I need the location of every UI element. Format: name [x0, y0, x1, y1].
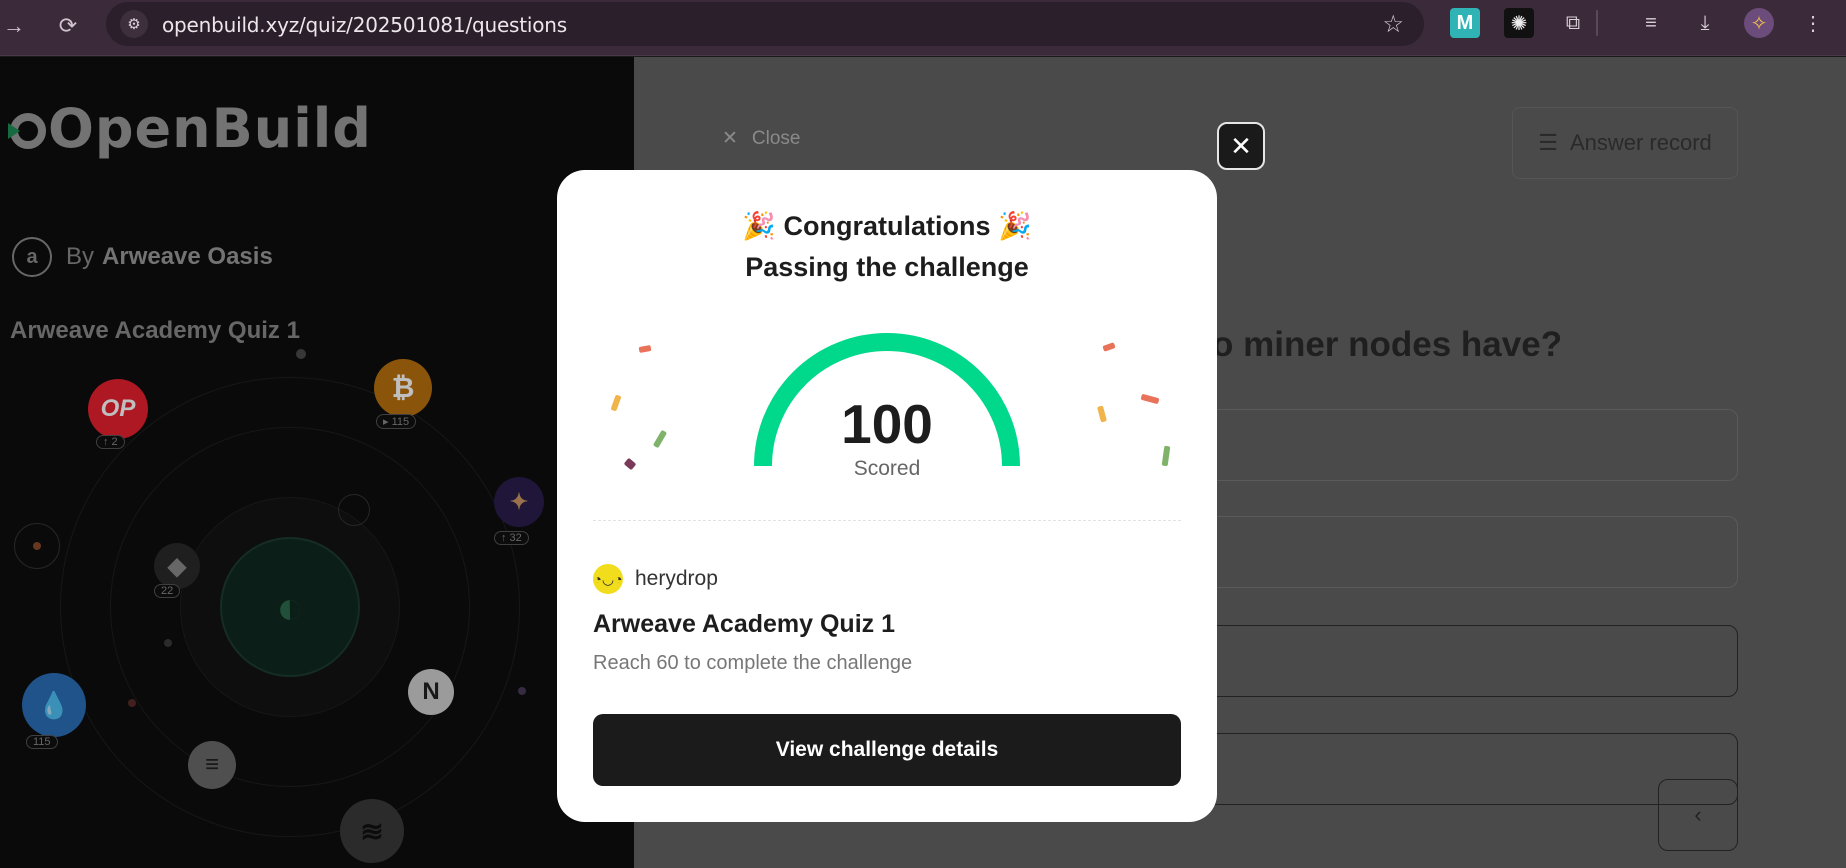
- close-icon: ✕: [722, 128, 738, 149]
- answer-option[interactable]: [1194, 516, 1738, 588]
- reload-icon[interactable]: ⟳: [50, 8, 86, 44]
- toolbar-divider: [1596, 10, 1598, 36]
- challenge-requirement: Reach 60 to complete the challenge: [593, 652, 913, 674]
- user-avatar: ◔◡◔: [593, 564, 623, 594]
- bookmark-star-icon[interactable]: ☆: [1382, 10, 1404, 39]
- party-popper-icon: 🎉: [742, 211, 776, 241]
- close-quiz-link[interactable]: ✕ Close: [722, 127, 801, 150]
- answer-option[interactable]: [1194, 733, 1738, 805]
- question-text: o miner nodes have?: [1212, 325, 1563, 364]
- modal-close-button[interactable]: ✕: [1217, 122, 1265, 170]
- username: herydrop: [635, 567, 718, 590]
- address-bar[interactable]: ⚙ openbuild.xyz/quiz/202501081/questions…: [106, 2, 1424, 46]
- view-challenge-details-button[interactable]: View challenge details: [593, 714, 1181, 786]
- modal-title: 🎉 Congratulations 🎉: [557, 210, 1217, 242]
- modal-subtitle: Passing the challenge: [745, 252, 1029, 282]
- answer-option[interactable]: [1194, 625, 1738, 697]
- list-check-icon: ☰: [1538, 130, 1558, 155]
- score-label: Scored: [853, 457, 921, 480]
- close-label: Close: [751, 127, 801, 149]
- modal-divider: [593, 520, 1181, 521]
- modal-backdrop-left[interactable]: [0, 57, 634, 868]
- answer-record-label: Answer record: [1569, 130, 1712, 155]
- party-popper-icon: 🎉: [998, 211, 1032, 241]
- answer-record-button[interactable]: ☰ Answer record: [1512, 107, 1738, 179]
- extension-m-icon[interactable]: M: [1450, 8, 1480, 38]
- quiz-name: Arweave Academy Quiz 1: [593, 610, 895, 638]
- confetti-piece: [638, 345, 652, 353]
- confetti-piece: [1102, 342, 1116, 352]
- downloads-icon[interactable]: ⤓: [1690, 8, 1720, 38]
- media-playlist-icon[interactable]: ≡: [1636, 8, 1666, 38]
- site-settings-icon[interactable]: ⚙: [120, 10, 148, 38]
- profile-avatar-icon[interactable]: ✧: [1744, 8, 1774, 38]
- more-menu-icon[interactable]: ⋮: [1798, 8, 1828, 38]
- chevron-left-icon: ‹: [1694, 802, 1702, 827]
- browser-toolbar: → ⟳ ⚙ openbuild.xyz/quiz/202501081/quest…: [0, 0, 1846, 56]
- result-modal: 🎉 Congratulations 🎉 Passing the challeng…: [557, 170, 1217, 822]
- close-icon: ✕: [1230, 130, 1252, 161]
- back-icon[interactable]: →: [0, 8, 32, 44]
- modal-title-text: Congratulations: [783, 211, 991, 241]
- user-info: ◔◡◔ herydrop: [593, 564, 718, 594]
- extension-octopus-icon[interactable]: ✺: [1504, 8, 1534, 38]
- extensions-puzzle-icon[interactable]: ⧉: [1558, 8, 1588, 38]
- url-text[interactable]: openbuild.xyz/quiz/202501081/questions: [162, 13, 567, 37]
- previous-question-button[interactable]: ‹: [1658, 779, 1738, 851]
- answer-option[interactable]: [1194, 409, 1738, 481]
